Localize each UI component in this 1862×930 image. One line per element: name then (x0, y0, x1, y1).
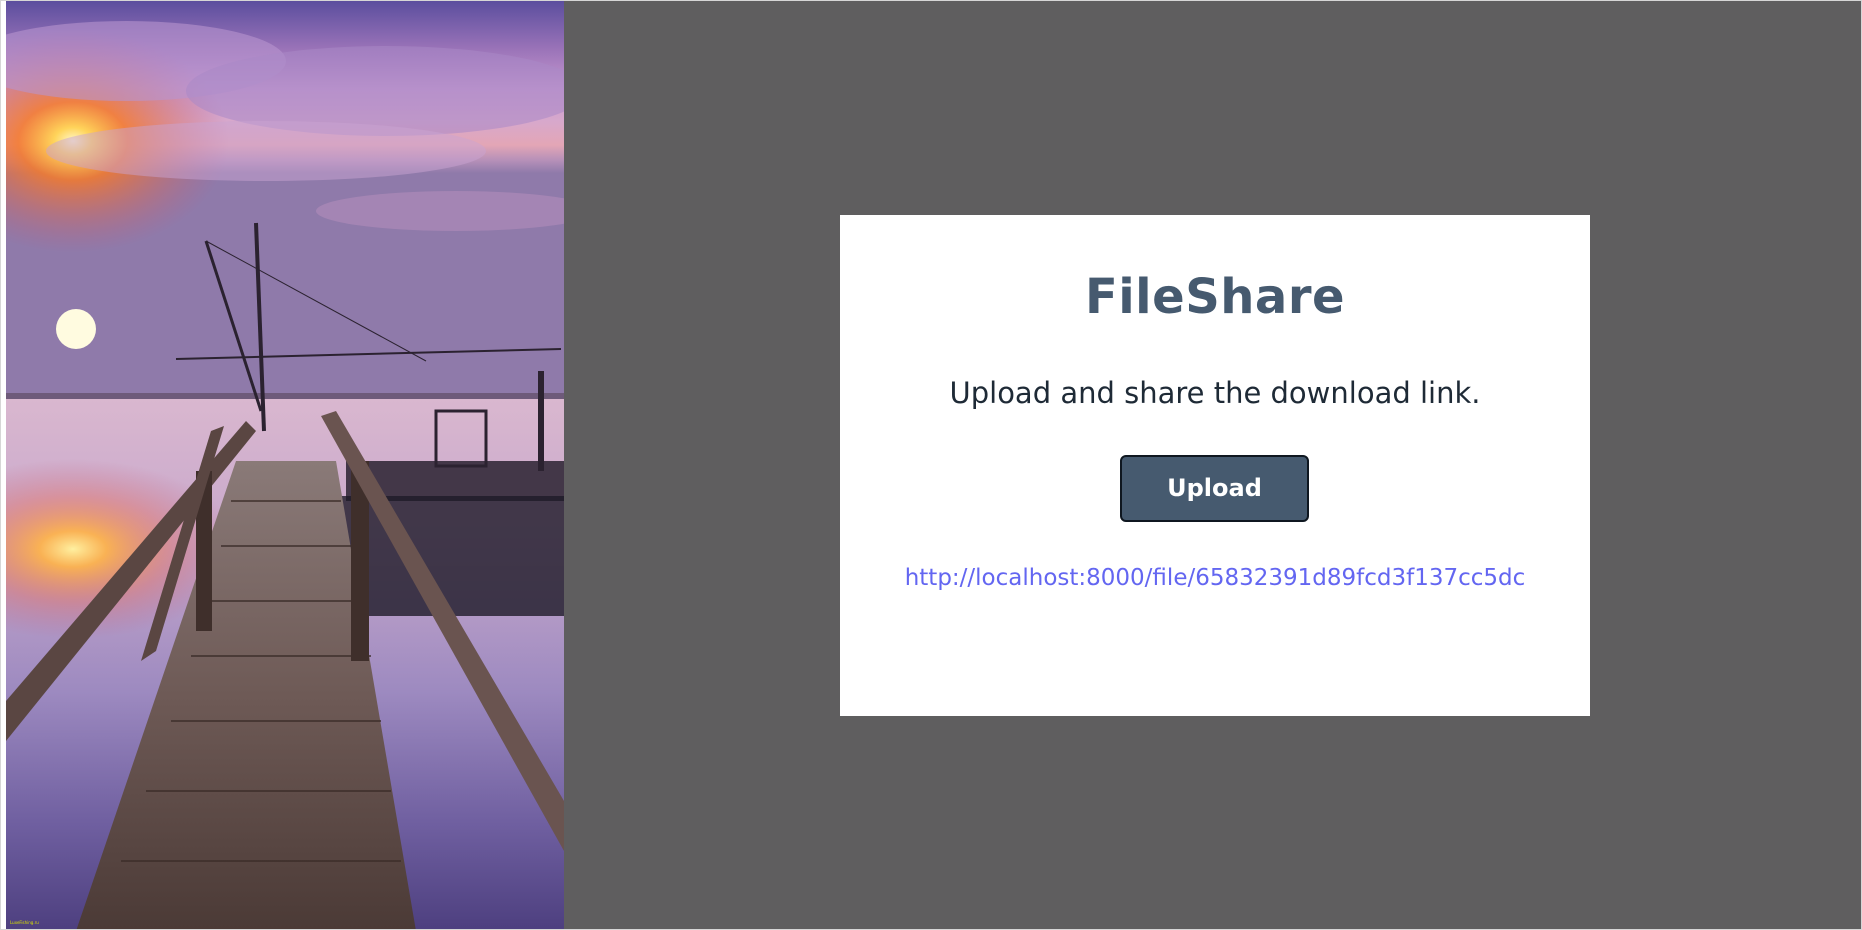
sunset-pier-image (6, 1, 564, 929)
download-link[interactable]: http://localhost:8000/file/65832391d89fc… (840, 565, 1590, 591)
upload-card: FileShare Upload and share the download … (840, 215, 1590, 716)
upload-button[interactable]: Upload (1120, 455, 1309, 522)
image-watermark: LuxeFishing.ru (10, 920, 39, 925)
page-title: FileShare (1084, 269, 1346, 325)
card-subtitle: Upload and share the download link. (949, 376, 1481, 410)
hero-image: LuxeFishing.ru (6, 1, 564, 929)
content-panel: FileShare Upload and share the download … (564, 1, 1861, 929)
app-window: LuxeFishing.ru FileShare Upload and shar… (0, 0, 1862, 930)
